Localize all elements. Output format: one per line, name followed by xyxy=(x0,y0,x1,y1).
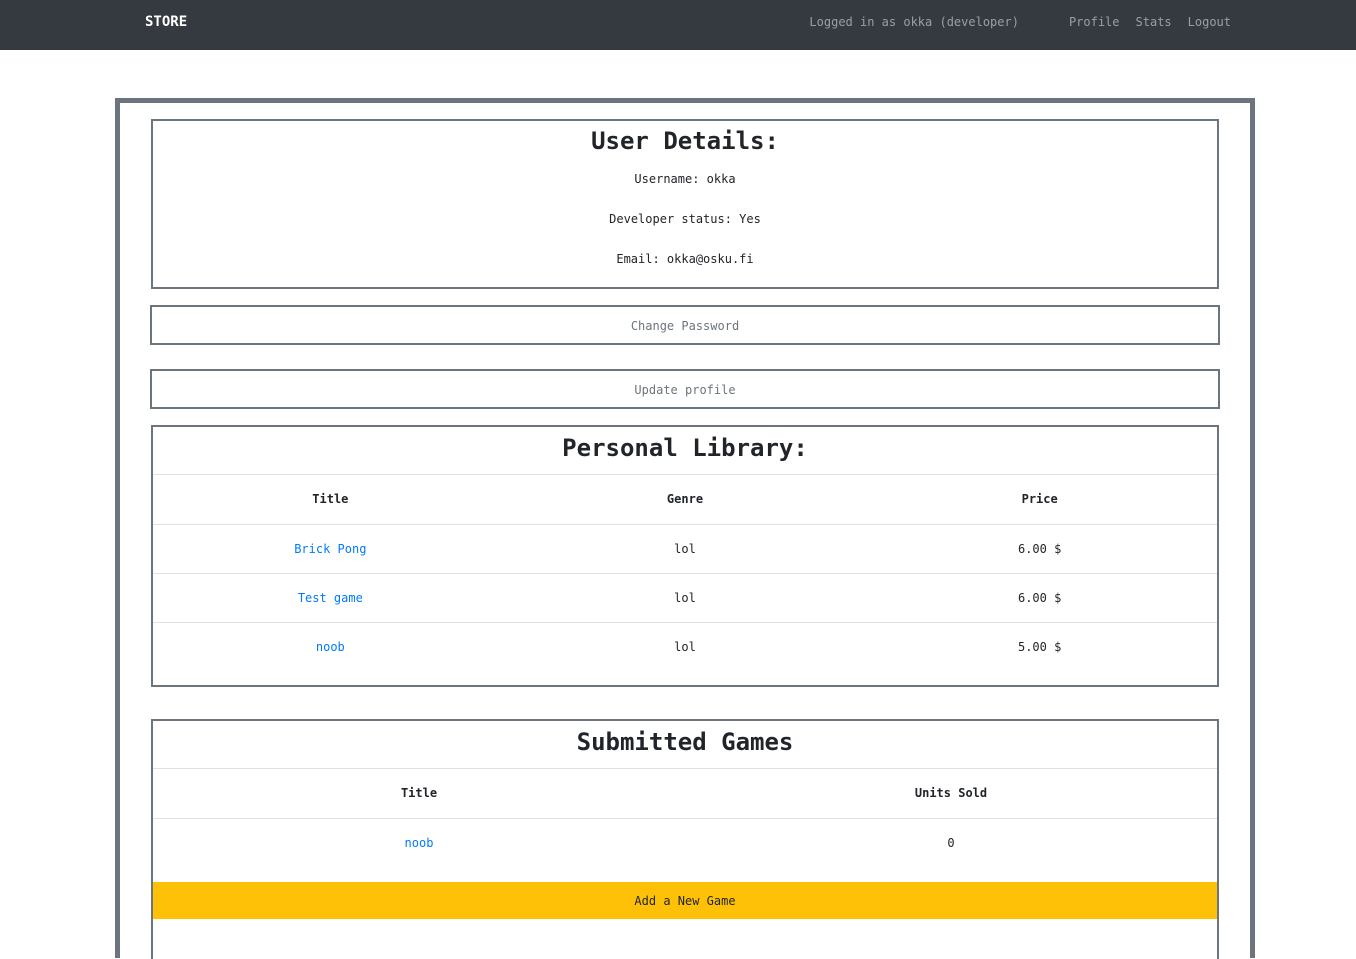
nav-link-logout[interactable]: Logout xyxy=(1188,15,1231,29)
submitted-games-card: Submitted Games Title Units Sold noob 0 … xyxy=(151,719,1219,959)
username-text: Username: okka xyxy=(634,172,736,186)
change-password-button[interactable]: Change Password xyxy=(150,305,1220,345)
top-navbar: STORE Logged in as okka (developer) Prof… xyxy=(0,0,1356,50)
update-profile-button[interactable]: Update profile xyxy=(150,369,1220,409)
library-header-row: Title Genre Price xyxy=(153,475,1217,525)
add-new-game-button[interactable]: Add a New Game xyxy=(153,882,1217,919)
email-text: Email: okka@osku.fi xyxy=(616,252,754,266)
game-link-noob[interactable]: noob xyxy=(316,640,345,654)
personal-library-title: Personal Library: xyxy=(153,427,1217,475)
table-row: Test game lol 6.00 $ xyxy=(153,573,1217,623)
library-col-genre: Genre xyxy=(507,475,863,525)
store-brand-link[interactable]: STORE xyxy=(145,14,187,30)
genre-cell: lol xyxy=(507,573,863,623)
library-col-title: Title xyxy=(153,475,508,525)
table-row: noob lol 5.00 $ xyxy=(153,622,1217,671)
nav-link-stats[interactable]: Stats xyxy=(1136,15,1172,29)
price-cell: 5.00 $ xyxy=(1017,639,1062,654)
genre-cell: lol xyxy=(507,524,863,574)
submitted-table: Title Units Sold noob 0 xyxy=(153,769,1217,867)
game-link-test-game[interactable]: Test game xyxy=(298,591,363,605)
submitted-game-link-noob[interactable]: noob xyxy=(405,836,434,850)
table-row: Brick Pong lol 6.00 $ xyxy=(153,524,1217,574)
game-link-brick-pong[interactable]: Brick Pong xyxy=(294,542,366,556)
personal-library-card: Personal Library: Title Genre Price Bric… xyxy=(151,425,1219,687)
library-table: Title Genre Price Brick Pong lol 6.00 $ … xyxy=(153,475,1217,671)
submitted-games-title: Submitted Games xyxy=(153,721,1217,769)
library-col-price: Price xyxy=(862,475,1217,525)
nav-link-profile[interactable]: Profile xyxy=(1069,15,1120,29)
submitted-header-row: Title Units Sold xyxy=(153,769,1217,819)
submitted-col-units-sold: Units Sold xyxy=(685,769,1217,819)
units-sold-cell: 0 xyxy=(947,835,955,850)
user-details-title: User Details: xyxy=(591,127,779,155)
genre-cell: lol xyxy=(674,639,696,654)
price-cell: 6.00 $ xyxy=(862,524,1217,574)
developer-status-text: Developer status: Yes xyxy=(609,212,761,226)
user-details-card: User Details: Username: okka Developer s… xyxy=(151,119,1219,289)
price-cell: 6.00 $ xyxy=(862,573,1217,623)
navbar-right: Logged in as okka (developer) Profile St… xyxy=(809,15,1231,29)
table-row: noob 0 xyxy=(153,818,1217,867)
submitted-col-title: Title xyxy=(153,769,685,819)
login-status-text: Logged in as okka (developer) xyxy=(809,15,1019,29)
